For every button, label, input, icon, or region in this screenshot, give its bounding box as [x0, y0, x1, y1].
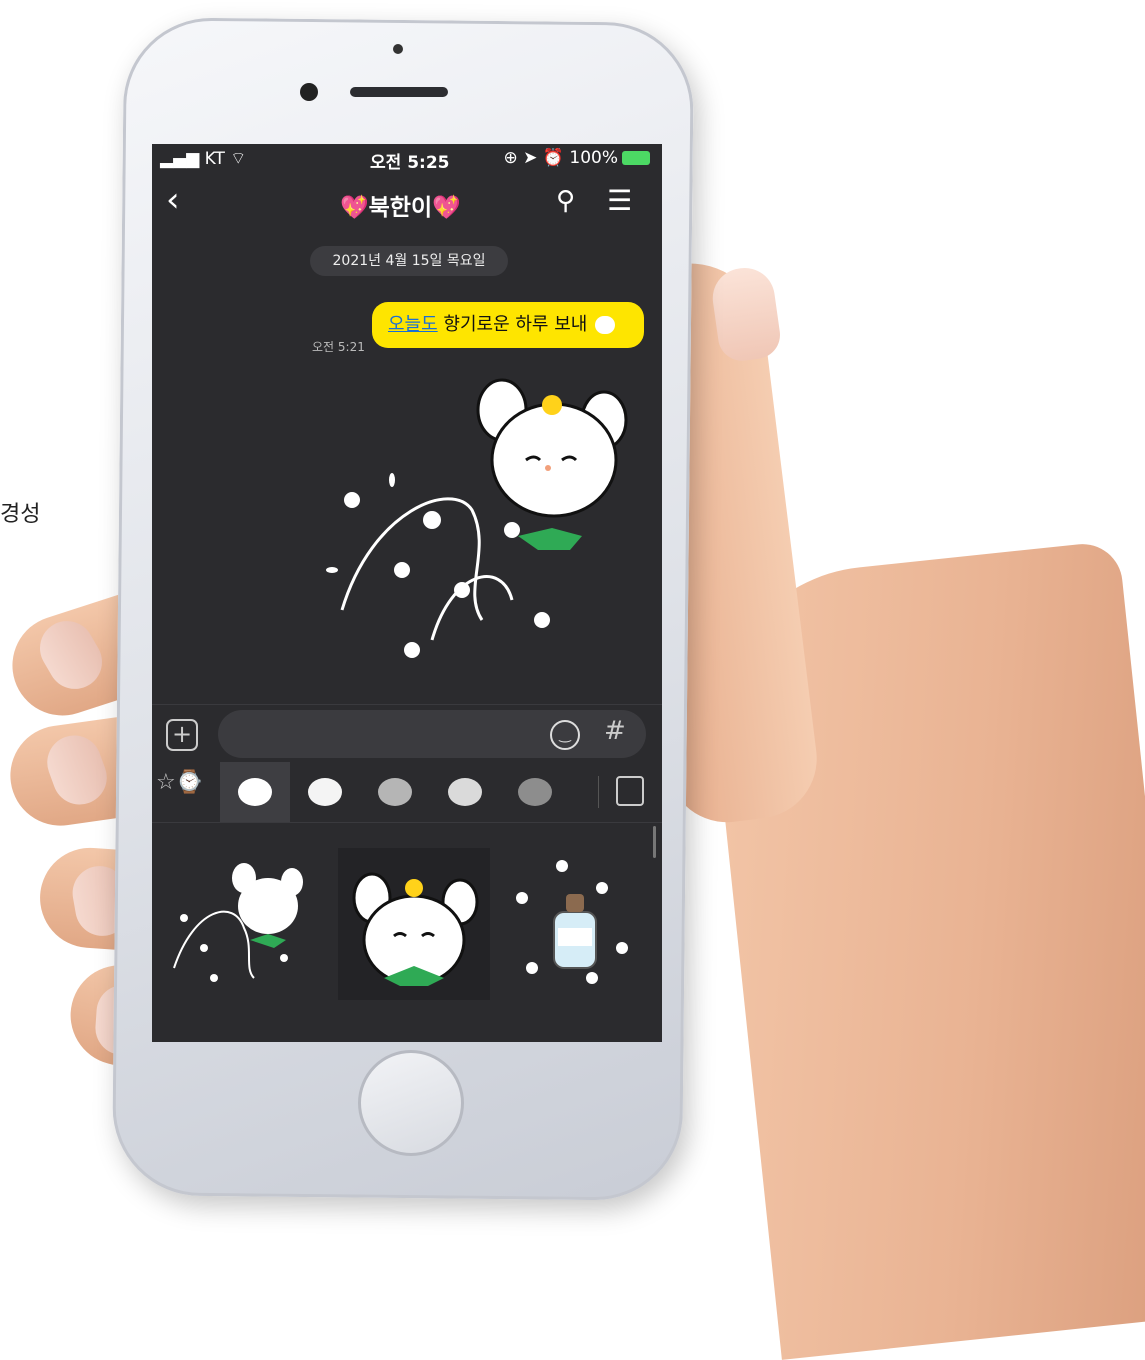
carrier-label: ▂▄▆ KT ⌔: [160, 149, 247, 169]
sensor-dot: [393, 44, 403, 54]
message-bubble[interactable]: 오늘도 향기로운 하루 보내: [372, 302, 644, 348]
hashtag-icon[interactable]: #: [604, 716, 626, 746]
chat-screen: ▂▄▆ KT ⌔ 오전 5:25 ⊕ ➤ ⏰ 100% ‹ 💖북한이💖 ⚲ ☰ …: [152, 144, 662, 1042]
favorite-recent-icon[interactable]: ☆⌚: [156, 770, 203, 795]
white-heart-icon: [595, 316, 616, 334]
tab-girl[interactable]: [500, 762, 570, 822]
message-time: 오전 5:21: [312, 340, 365, 354]
front-camera: [300, 83, 318, 101]
chat-title: 💖북한이💖: [340, 195, 461, 221]
message-text: 향기로운 하루 보내: [437, 314, 588, 335]
emoticon-tabs: ☆⌚: [152, 762, 662, 823]
sticker-item-selected[interactable]: [338, 848, 490, 1000]
battery-status: ⊕ ➤ ⏰ 100%: [504, 148, 650, 168]
scrollbar[interactable]: [653, 826, 656, 858]
clock: 오전 5:25: [370, 153, 450, 173]
menu-icon[interactable]: ☰: [607, 184, 632, 217]
back-icon[interactable]: ‹: [166, 180, 180, 220]
sent-sticker[interactable]: [312, 360, 642, 700]
home-button[interactable]: [358, 1050, 464, 1156]
input-bar: + ‿ #: [152, 704, 662, 763]
girl-icon: [518, 778, 552, 806]
search-icon[interactable]: ⚲: [556, 186, 575, 216]
message-input[interactable]: ‿ #: [218, 710, 646, 758]
tab-bunny-flower[interactable]: [220, 762, 290, 822]
sticker-item[interactable]: [164, 848, 316, 1000]
tab-bunny-plain[interactable]: [290, 762, 360, 822]
cat-gray-icon: [378, 778, 412, 806]
sticker-item[interactable]: [502, 848, 654, 1000]
date-divider: 2021년 4월 15일 목요일: [310, 246, 508, 276]
cat-white-icon: [448, 778, 482, 806]
tab-divider: [598, 776, 599, 808]
status-bar: ▂▄▆ KT ⌔ 오전 5:25 ⊕ ➤ ⏰ 100%: [152, 144, 662, 174]
bunny-flower-icon: [238, 778, 272, 806]
message-link[interactable]: 오늘도: [388, 314, 438, 335]
tab-cat-gray[interactable]: [360, 762, 430, 822]
plus-icon[interactable]: +: [166, 719, 198, 751]
earpiece-speaker: [350, 87, 448, 97]
emoji-icon[interactable]: ‿: [550, 720, 580, 750]
chat-header: ‹ 💖북한이💖 ⚲ ☰: [152, 174, 662, 230]
battery-percent: 100%: [569, 148, 618, 168]
sticker-grid: [152, 824, 662, 1042]
tab-cat-white[interactable]: [430, 762, 500, 822]
side-caption: 경성: [0, 502, 41, 527]
battery-icon: [622, 151, 650, 165]
emoticon-store-icon[interactable]: [616, 776, 644, 806]
bunny-plain-icon: [308, 778, 342, 806]
carrier-name: KT: [204, 149, 225, 169]
